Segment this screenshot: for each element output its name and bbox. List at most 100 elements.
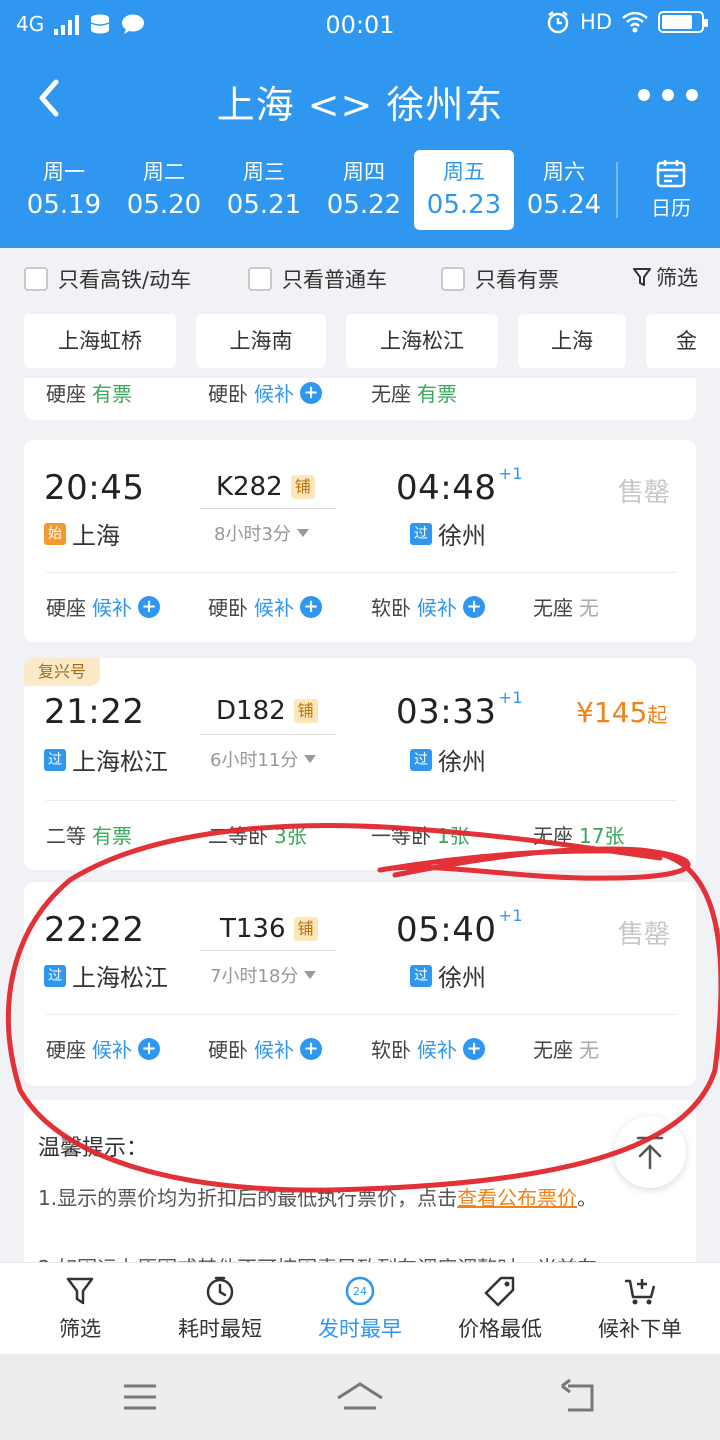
date-strip: 周一 05.19 周二 05.20 周三 05.21 周四 05.22 周五 05.23 …	[14, 150, 620, 230]
next-day-marker: +1	[498, 688, 524, 707]
seat-item: 硬座 有票	[46, 378, 132, 407]
divider	[46, 1014, 676, 1015]
tips-line-2: 2.如因运力原因或其他不可控因素导致列车调度调整时，当前车	[38, 1252, 597, 1262]
seat-item[interactable]: 硬卧 候补 +	[208, 1034, 322, 1063]
arrival-time-text: 05:40	[396, 910, 497, 950]
seat-item[interactable]: 硬卧 候补 +	[208, 378, 322, 407]
train-number: K282 铺	[216, 472, 315, 502]
duration[interactable]: 7小时18分	[210, 962, 317, 988]
station-chip[interactable]: 上海南	[196, 314, 326, 368]
train-card-partial[interactable]: 硬座 有票 硬卧 候补 + 无座 有票	[24, 378, 696, 420]
calendar-button[interactable]: 日历	[636, 158, 706, 228]
date-tab-0[interactable]: 周一 05.19	[14, 150, 114, 230]
seat-item[interactable]: 硬座 候补 +	[46, 1034, 160, 1063]
seat-status: 候补	[254, 382, 294, 406]
duration[interactable]: 6小时11分	[210, 746, 317, 772]
available-only-checkbox[interactable]: 只看有票	[441, 264, 559, 294]
funnel-icon	[633, 268, 651, 286]
add-waitlist-icon[interactable]: +	[300, 1037, 322, 1060]
chevron-down-icon	[304, 755, 317, 763]
date-tab-2[interactable]: 周三 05.21	[214, 150, 314, 230]
battery-icon	[658, 11, 708, 33]
divider	[616, 162, 618, 218]
divider	[46, 800, 676, 801]
seat-type: 一等卧	[371, 824, 431, 848]
train-card-k282[interactable]: 20:45 始上海 K282 铺 8小时3分 04:48 +1 过徐州 售罄 硬座候…	[24, 440, 696, 642]
checkbox-box	[441, 267, 465, 291]
tab-lowest-price[interactable]: 价格最低	[430, 1263, 570, 1355]
station-name: 上海松江	[72, 964, 168, 992]
date-tab-1[interactable]: 周二 05.20	[114, 150, 214, 230]
date-tab-4-selected[interactable]: 周五 05.23	[414, 150, 514, 230]
bottom-tab-bar: 筛选 耗时最短 24 发时最早 价格最低 候补下单	[0, 1262, 720, 1354]
add-waitlist-icon[interactable]: +	[463, 595, 485, 618]
seat-item[interactable]: 硬卧 候补 +	[208, 592, 322, 621]
date-tab-5[interactable]: 周六 05.24	[514, 150, 614, 230]
divider	[200, 734, 336, 735]
more-icon[interactable]	[628, 80, 698, 110]
add-waitlist-icon[interactable]: +	[300, 595, 322, 618]
seat-item[interactable]: 硬座 候补 +	[46, 592, 160, 621]
filter-label: 筛选	[656, 266, 698, 290]
train-list: 硬座 有票 硬卧 候补 + 无座 有票 20:45 始上海 K282 铺 8小时3分 04…	[0, 378, 720, 1262]
seat-type: 硬座	[46, 1038, 86, 1062]
tab-shortest[interactable]: 耗时最短	[150, 1263, 290, 1355]
tab-earliest[interactable]: 24 发时最早	[290, 1263, 430, 1355]
station-chip[interactable]: 金	[646, 314, 720, 368]
normal-train-checkbox[interactable]: 只看普通车	[248, 264, 387, 294]
seat-type: 无座	[371, 382, 411, 406]
station-chip[interactable]: 上海	[518, 314, 626, 368]
tips-title: 温馨提示：	[38, 1136, 149, 1161]
seat-item[interactable]: 软卧 候补 +	[371, 592, 485, 621]
seat-status: 候补	[92, 1038, 132, 1062]
add-waitlist-icon[interactable]: +	[138, 595, 160, 618]
checkbox-label: 只看普通车	[282, 268, 387, 292]
add-waitlist-icon[interactable]: +	[138, 1037, 160, 1060]
arrival-time: 05:40 +1	[396, 906, 523, 950]
filter-button[interactable]: 筛选	[632, 262, 698, 292]
tab-filter[interactable]: 筛选	[10, 1263, 150, 1355]
departure-time: 20:45	[44, 468, 145, 508]
clock-24-icon: 24	[345, 1276, 375, 1306]
tips-text: 1.显示的票价均为折扣后的最低执行票价，点击	[38, 1186, 458, 1210]
back-nav-icon[interactable]	[558, 1378, 598, 1414]
funnel-icon	[66, 1277, 94, 1305]
duration-text: 8小时3分	[214, 524, 291, 545]
seat-row: 硬座 有票 硬卧 候补 + 无座 有票	[46, 378, 686, 418]
seat-type: 硬座	[46, 596, 86, 620]
tab-waitlist-order[interactable]: 候补下单	[570, 1263, 710, 1355]
duration[interactable]: 8小时3分	[214, 520, 309, 546]
date-tab-3[interactable]: 周四 05.22	[314, 150, 414, 230]
berth-badge: 铺	[293, 917, 318, 941]
train-card-d182[interactable]: 复兴号 21:22 过上海松江 D182 铺 6小时11分 03:33 +1 过徐州…	[24, 658, 696, 870]
seat-row: 二等 有票 二等卧 3张 一等卧 1张 无座 17张	[46, 820, 686, 860]
seat-item[interactable]: 软卧 候补 +	[371, 1034, 485, 1063]
arrival-time-text: 04:48	[396, 468, 497, 508]
home-icon[interactable]	[334, 1380, 386, 1414]
tips-panel: 温馨提示： 1.显示的票价均为折扣后的最低执行票价，点击查看公布票价。 2.如因…	[24, 1100, 696, 1262]
menu-icon[interactable]	[122, 1382, 158, 1412]
calendar-label: 日历	[651, 196, 691, 220]
station-chip[interactable]: 上海松江	[346, 314, 498, 368]
seat-type: 无座	[533, 596, 573, 620]
high-speed-checkbox[interactable]: 只看高铁/动车	[24, 264, 191, 294]
station-chip[interactable]: 上海虹桥	[24, 314, 176, 368]
sold-out-label: 售罄	[618, 478, 671, 508]
origin-tag: 始	[44, 522, 66, 545]
scroll-top-button[interactable]	[614, 1116, 686, 1188]
berth-badge: 铺	[290, 475, 315, 499]
seat-status: 候补	[417, 596, 457, 620]
add-waitlist-icon[interactable]: +	[300, 381, 322, 404]
public-fare-link[interactable]: 查看公布票价	[457, 1186, 577, 1210]
add-waitlist-icon[interactable]: +	[463, 1037, 485, 1060]
tips-line-1: 1.显示的票价均为折扣后的最低执行票价，点击查看公布票价。	[38, 1180, 648, 1216]
train-code: T136	[220, 914, 286, 944]
train-card-t136[interactable]: 22:22 过上海松江 T136 铺 7小时18分 05:40 +1 过徐州 售罄 …	[24, 882, 696, 1086]
seat-type: 硬座	[46, 382, 86, 406]
price-value: ¥145	[576, 696, 648, 729]
berth-badge: 铺	[293, 699, 318, 723]
seat-status: 1张	[437, 824, 470, 848]
seat-item: 一等卧 1张	[371, 820, 470, 849]
seat-type: 无座	[533, 824, 573, 848]
arrival-time: 04:48 +1	[396, 464, 523, 508]
